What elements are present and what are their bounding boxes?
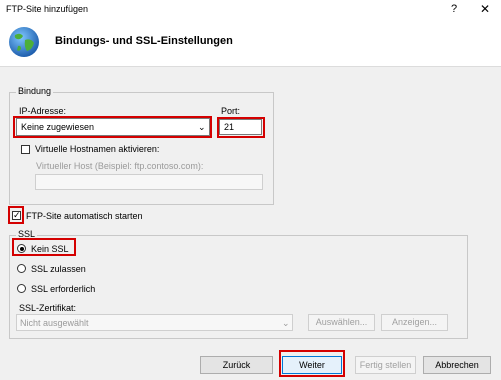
radio-ssl-zulassen-label: SSL zulassen: [31, 264, 86, 274]
autostart-highlight: [8, 206, 24, 224]
view-certificate-button[interactable]: Anzeigen...: [381, 314, 448, 331]
radio-ssl-zulassen[interactable]: [17, 264, 26, 273]
port-label: Port:: [221, 106, 241, 116]
radio-ssl-erforderlich[interactable]: [17, 284, 26, 293]
globe-icon: [9, 27, 39, 57]
chevron-down-icon: ⌄: [282, 318, 290, 328]
virtual-host-input[interactable]: [35, 174, 263, 190]
finish-button[interactable]: Fertig stellen: [355, 356, 416, 374]
select-certificate-button[interactable]: Auswählen...: [308, 314, 375, 331]
radio-ssl-erforderlich-label: SSL erforderlich: [31, 284, 96, 294]
virtual-hostnames-checkbox[interactable]: [21, 145, 30, 154]
autostart-label: FTP-Site automatisch starten: [26, 211, 143, 221]
binding-group-label: Bindung: [16, 86, 54, 96]
window-title: FTP-Site hinzufügen: [6, 4, 89, 14]
next-highlight: [279, 350, 345, 377]
cancel-button[interactable]: Abbrechen: [423, 356, 491, 374]
close-button[interactable]: ✕: [480, 2, 490, 16]
port-highlight: [217, 117, 265, 138]
page-heading: Bindungs- und SSL-Einstellungen: [55, 35, 233, 47]
ssl-certificate-dropdown[interactable]: Nicht ausgewählt ⌄: [16, 314, 293, 331]
ssl-certificate-label: SSL-Zertifikat:: [19, 303, 77, 313]
help-button[interactable]: ?: [451, 3, 457, 15]
virtual-host-label: Virtueller Host (Beispiel: ftp.contoso.c…: [36, 161, 204, 171]
ip-highlight: [13, 116, 212, 138]
ip-address-label: IP-Adresse:: [19, 106, 67, 116]
virtual-hostnames-label: Virtuelle Hostnamen aktivieren:: [35, 144, 160, 154]
kein-ssl-highlight: [12, 238, 76, 256]
back-button[interactable]: Zurück: [200, 356, 273, 374]
ssl-certificate-value: Nicht ausgewählt: [20, 318, 89, 328]
